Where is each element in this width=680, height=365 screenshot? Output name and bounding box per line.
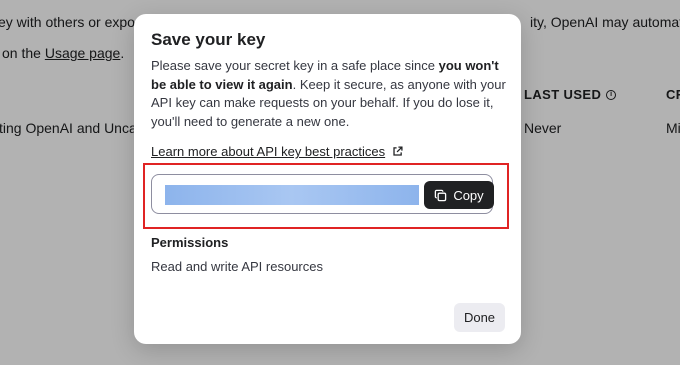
permissions-heading: Permissions	[151, 235, 229, 250]
done-button[interactable]: Done	[454, 303, 505, 332]
description-text: Please save your secret key in a safe pl…	[151, 58, 439, 73]
save-key-dialog: Save your key Please save your secret ke…	[134, 14, 521, 344]
secret-key-value-redacted[interactable]	[165, 185, 419, 205]
best-practices-link-label: Learn more about API key best practices	[151, 144, 386, 159]
copy-button-label: Copy	[453, 187, 484, 203]
dialog-description: Please save your secret key in a safe pl…	[151, 57, 511, 131]
best-practices-link[interactable]: Learn more about API key best practices	[151, 144, 403, 159]
copy-button[interactable]: Copy	[424, 181, 494, 209]
permissions-value: Read and write API resources	[151, 259, 323, 274]
copy-icon	[434, 189, 447, 202]
dialog-title: Save your key	[151, 30, 266, 49]
external-link-icon	[392, 146, 403, 157]
secret-key-field[interactable]: Copy	[151, 174, 494, 214]
